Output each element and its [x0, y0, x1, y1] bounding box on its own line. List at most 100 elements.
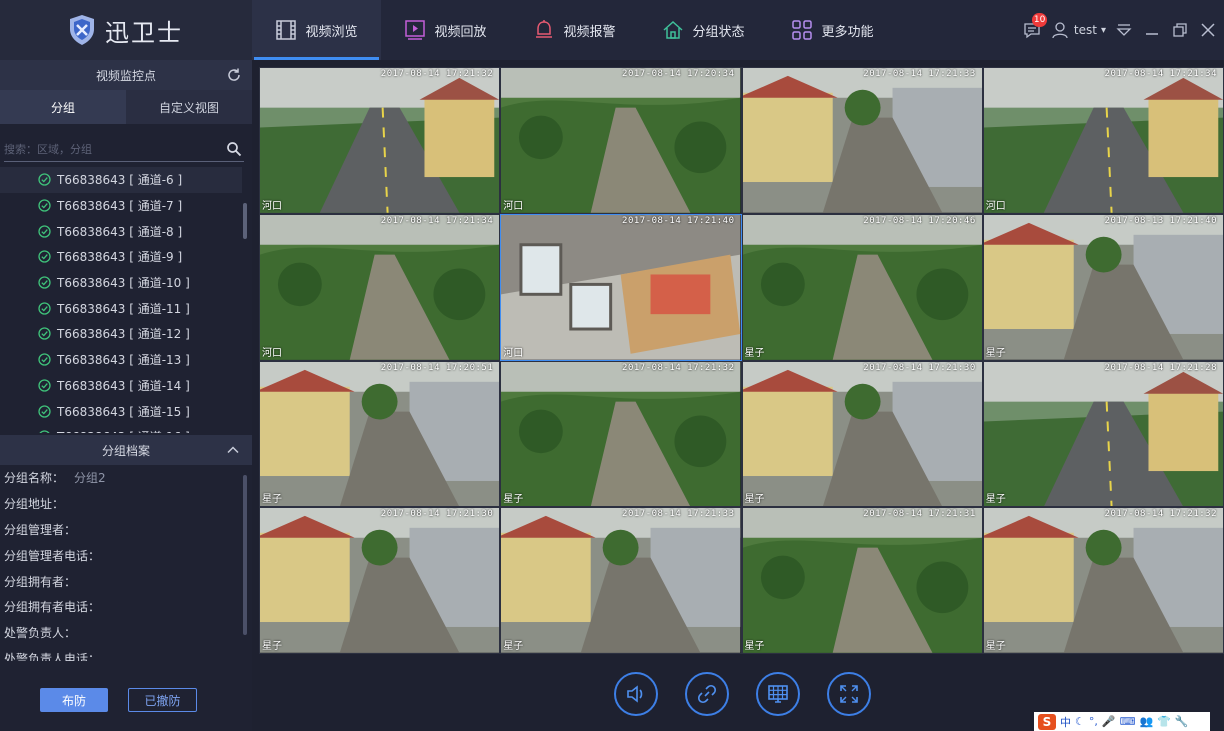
channel-item[interactable]: T66838643 [ 通道-6 ] — [0, 167, 242, 193]
field-label: 分组名称： — [4, 471, 65, 486]
camera-name: 星子 — [503, 641, 524, 652]
shirt-icon[interactable]: 👕 — [1157, 715, 1171, 728]
video-tile[interactable]: 2017-08-14 17:21:34 河口 — [259, 213, 501, 361]
channel-item[interactable]: T66838643 [ 通道-14 ] — [0, 373, 242, 399]
video-tile[interactable]: 2017-08-14 17:21:33 星子 — [500, 507, 742, 654]
video-tile[interactable]: 2017-08-14 17:21:31 星子 — [741, 507, 983, 654]
video-tile[interactable]: 2017-08-14 17:21:32 星子 — [500, 360, 742, 508]
channel-item[interactable]: T66838643 [ 通道-9 ] — [0, 244, 242, 270]
tab-label: 分组状态 — [692, 24, 745, 40]
sidebar-tabs: 分组 自定义视图 — [0, 90, 252, 124]
refresh-icon[interactable] — [226, 67, 242, 83]
profile-field: 分组地址： — [0, 491, 242, 517]
video-tile[interactable]: 2017-08-14 17:21:28 星子 — [982, 360, 1224, 508]
user-icon[interactable] — [1050, 20, 1070, 40]
camera-feed — [983, 361, 1223, 507]
video-tile[interactable]: 2017-08-14 17:20:46 星子 — [741, 213, 983, 361]
channel-item[interactable]: T66838643 [ 通道-12 ] — [0, 321, 242, 347]
camera-name: 河口 — [262, 200, 282, 212]
minimize-icon[interactable] — [1142, 20, 1162, 40]
search-icon[interactable] — [226, 141, 242, 157]
channel-item[interactable]: T66838643 [ 通道-13 ] — [0, 347, 242, 373]
microphone-icon[interactable]: 🎤 — [1102, 715, 1116, 728]
video-tile[interactable]: 2017-08-14 17:20:51 星子 — [259, 360, 501, 508]
expand-icon — [840, 685, 858, 703]
tab-label: 视频浏览 — [305, 24, 358, 40]
video-tile[interactable]: 2017-08-14 17:21:30 星子 — [741, 360, 983, 508]
video-tile[interactable]: 2017-08-14 17:21:33 — [741, 67, 983, 214]
camera-feed — [260, 68, 500, 213]
arm-button[interactable]: 布防 — [40, 688, 108, 712]
video-tile[interactable]: 2017-08-14 17:21:30 星子 — [259, 507, 501, 654]
channel-item[interactable]: T66838643 [ 通道-16 ] — [0, 424, 242, 433]
camera-feed — [501, 214, 741, 360]
field-label: 处警负责人电话： — [4, 651, 101, 661]
video-tile[interactable]: 2017-08-14 17:20:34 河口 — [500, 67, 742, 214]
video-tile[interactable]: 2017-08-14 17:21:32 星子 — [982, 507, 1224, 654]
channel-item[interactable]: T66838643 [ 通道-11 ] — [0, 295, 242, 321]
search-input[interactable] — [4, 138, 214, 161]
camera-name: 星子 — [744, 347, 765, 359]
brand-name: 迅卫士 — [105, 18, 183, 47]
camera-feed — [260, 508, 500, 653]
field-label: 分组拥有者电话： — [4, 600, 101, 615]
tree-scrollbar[interactable] — [242, 167, 248, 433]
fullscreen-button[interactable] — [827, 672, 871, 716]
profile-scrollbar[interactable] — [242, 475, 248, 635]
check-circle-icon — [38, 199, 51, 212]
check-circle-icon — [38, 302, 51, 315]
tab-more-functions[interactable]: 更多功能 — [768, 0, 897, 60]
profile-header: 分组档案 — [0, 435, 252, 465]
layout-button[interactable] — [756, 672, 800, 716]
restore-icon[interactable] — [1170, 20, 1190, 40]
top-bar: 迅卫士 视频浏览 视频回放 视频报警 分组状态 更多功能 10 test ▾ — [0, 0, 1224, 60]
tab-video-browse[interactable]: 视频浏览 — [252, 0, 381, 60]
camera-feed — [742, 214, 982, 360]
audio-button[interactable] — [614, 672, 658, 716]
users-icon[interactable]: 👥 — [1139, 715, 1153, 728]
wrench-icon[interactable]: 🔧 — [1175, 715, 1189, 728]
moon-icon[interactable]: ☾ — [1075, 715, 1085, 728]
keyboard-icon[interactable]: ⌨ — [1120, 715, 1136, 728]
tab-video-playback[interactable]: 视频回放 — [381, 0, 510, 60]
chevron-up-icon[interactable] — [226, 443, 240, 457]
disarm-button[interactable]: 已撤防 — [128, 688, 197, 712]
camera-name: 星子 — [985, 494, 1006, 506]
profile-field: 分组拥有者： — [0, 568, 242, 594]
ime-language[interactable]: 中 — [1060, 714, 1071, 730]
camera-name: 星子 — [503, 494, 524, 506]
video-tile[interactable]: 2017-08-14 17:21:32 河口 — [259, 67, 501, 214]
channel-item[interactable]: T66838643 [ 通道-8 ] — [0, 218, 242, 244]
channel-item[interactable]: T66838643 [ 通道-7 ] — [0, 193, 242, 219]
video-tile[interactable]: 2017-08-13 17:21:40 星子 — [982, 213, 1224, 361]
channel-item[interactable]: T66838643 [ 通道-10 ] — [0, 270, 242, 296]
tab-video-alarm[interactable]: 视频报警 — [510, 0, 639, 60]
ime-toolbar[interactable]: S 中 ☾ °, 🎤 ⌨ 👥 👕 🔧 — [1034, 712, 1210, 731]
user-name[interactable]: test — [1074, 23, 1097, 37]
field-label: 分组拥有者： — [4, 574, 77, 589]
tab-group-status[interactable]: 分组状态 — [639, 0, 768, 60]
panel-header: 视频监控点 — [0, 60, 252, 90]
video-tile[interactable]: 2017-08-14 17:21:34 河口 — [982, 67, 1224, 214]
camera-feed — [501, 361, 741, 507]
check-circle-icon — [38, 276, 51, 289]
video-timestamp: 2017-08-14 17:21:40 — [622, 215, 735, 226]
channel-label: T66838643 [ 通道-15 ] — [57, 404, 190, 419]
tab-custom-view[interactable]: 自定义视图 — [126, 90, 252, 124]
link-button[interactable] — [685, 672, 729, 716]
video-grid: 2017-08-14 17:21:32 河口 2017-08-14 17:20:34… — [259, 67, 1224, 654]
chevron-down-icon[interactable]: ▾ — [1101, 25, 1106, 36]
menu-dropdown-icon[interactable] — [1114, 20, 1134, 40]
check-circle-icon — [38, 173, 51, 186]
close-icon[interactable] — [1198, 20, 1218, 40]
sogou-logo-icon: S — [1038, 713, 1056, 730]
tab-group[interactable]: 分组 — [0, 90, 126, 124]
channel-item[interactable]: T66838643 [ 通道-15 ] — [0, 398, 242, 424]
video-tile[interactable]: 2017-08-14 17:21:40 河口 — [500, 213, 742, 361]
message-button[interactable]: 10 — [1022, 13, 1048, 40]
alarm-bell-icon — [536, 20, 553, 38]
home-icon — [663, 20, 683, 39]
camera-name: 星子 — [985, 347, 1006, 359]
punctuation-icon[interactable]: °, — [1089, 715, 1098, 728]
profile-field: 分组管理者电话： — [0, 542, 242, 568]
